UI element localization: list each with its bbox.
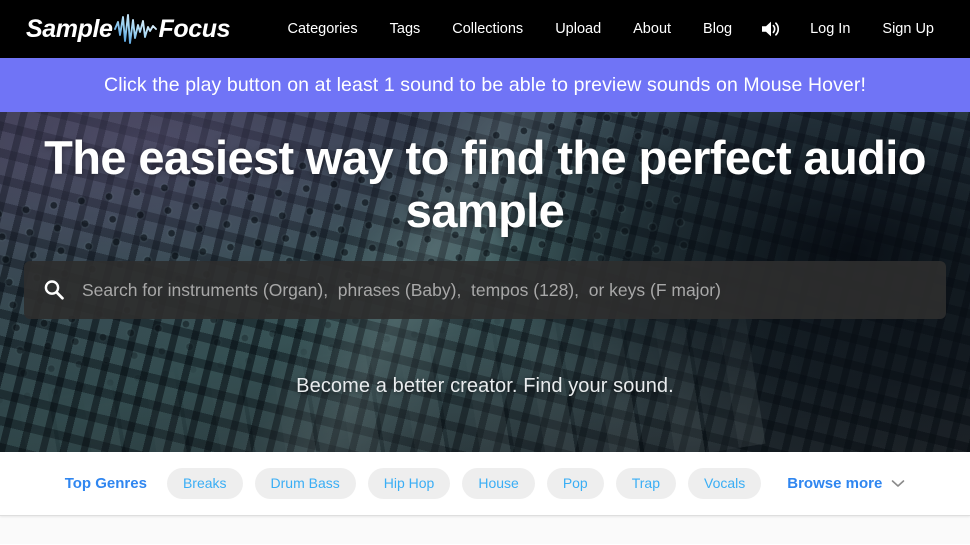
search-bar[interactable] xyxy=(24,261,946,320)
search-input[interactable] xyxy=(76,279,928,301)
hero-tagline: Become a better creator. Find your sound… xyxy=(296,375,674,398)
genre-pill-breaks[interactable]: Breaks xyxy=(166,468,243,499)
site-logo[interactable]: Sample Focus xyxy=(26,14,231,44)
genre-pill-drum-bass[interactable]: Drum Bass xyxy=(254,468,356,499)
preview-hint-banner: Click the play button on at least 1 soun… xyxy=(0,58,970,112)
nav-item-tags[interactable]: Tags xyxy=(374,16,437,43)
nav-item-about[interactable]: About xyxy=(617,16,687,43)
waveform-icon xyxy=(113,14,158,44)
top-genres-bar: Top Genres Breaks Drum Bass Hip Hop Hous… xyxy=(0,452,970,516)
search-icon[interactable] xyxy=(42,278,76,302)
page-title: The easiest way to find the perfect audi… xyxy=(44,131,926,237)
top-genres-label[interactable]: Top Genres xyxy=(65,475,147,492)
genre-pill-vocals[interactable]: Vocals xyxy=(688,468,762,499)
main-nav-links: Categories Tags Collections Upload About… xyxy=(272,15,951,43)
nav-item-collections[interactable]: Collections xyxy=(436,16,539,43)
logo-text-focus: Focus xyxy=(158,14,231,43)
browse-more-button[interactable]: Browse more xyxy=(787,475,905,493)
nav-item-login[interactable]: Log In xyxy=(794,16,866,43)
banner-message: Click the play button on at least 1 soun… xyxy=(104,73,866,96)
speaker-volume-icon[interactable] xyxy=(748,15,794,43)
chevron-down-icon xyxy=(891,475,905,493)
top-navigation-bar: Sample Focus Categories Tags Collections… xyxy=(0,0,970,58)
genre-pill-hip-hop[interactable]: Hip Hop xyxy=(367,468,451,499)
logo-text-sample: Sample xyxy=(26,14,113,43)
hero-section: The easiest way to find the perfect audi… xyxy=(0,112,970,452)
nav-item-upload[interactable]: Upload xyxy=(539,16,617,43)
genre-pill-pop[interactable]: Pop xyxy=(546,468,604,499)
nav-item-blog[interactable]: Blog xyxy=(687,16,748,43)
page-content-area xyxy=(0,516,970,544)
nav-item-categories[interactable]: Categories xyxy=(272,16,374,43)
genre-pill-trap[interactable]: Trap xyxy=(615,468,677,499)
genre-pill-house[interactable]: House xyxy=(462,468,535,499)
browse-more-label: Browse more xyxy=(787,475,883,492)
nav-item-signup[interactable]: Sign Up xyxy=(866,16,950,43)
